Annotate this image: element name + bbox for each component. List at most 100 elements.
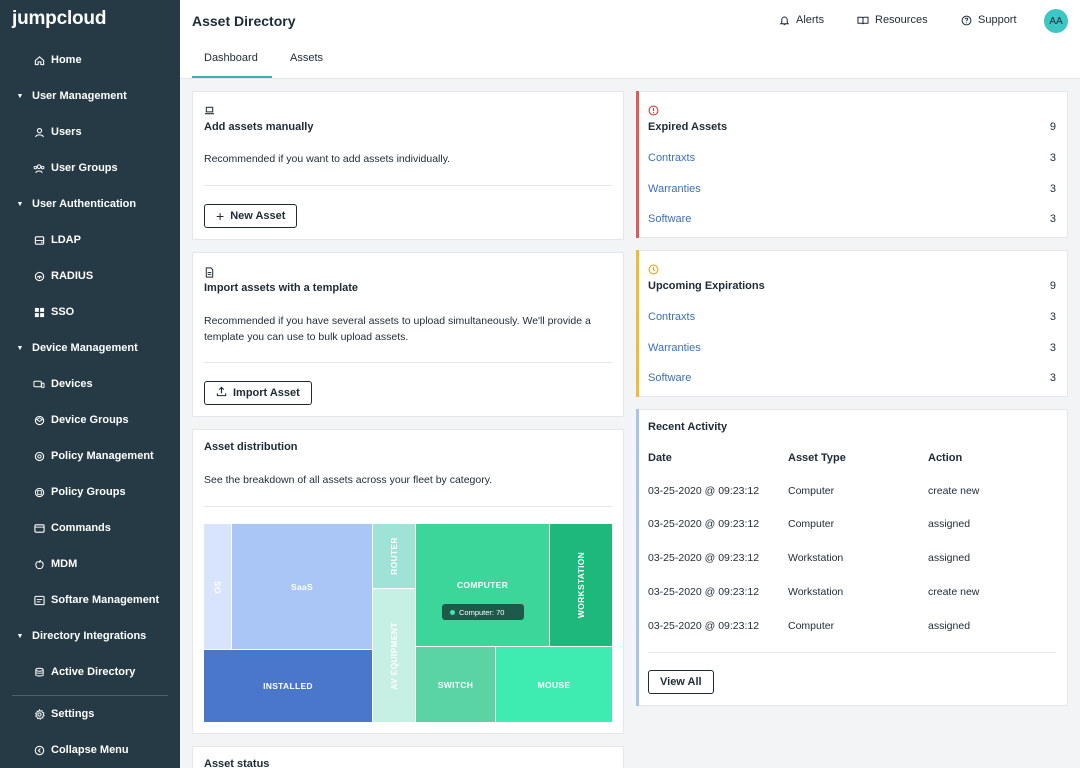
sidebar-group-directory-integrations[interactable]: ▼ Directory Integrations: [0, 621, 180, 651]
caret-down-icon: ▼: [16, 344, 24, 352]
sidebar-item-commands[interactable]: Commands: [0, 513, 180, 543]
resources-link[interactable]: Resources: [857, 14, 928, 26]
sidebar-item-ldap[interactable]: LDAP: [0, 225, 180, 255]
asset-distribution-card: Asset distribution See the breakdown of …: [192, 429, 624, 734]
treemap-tile-installed[interactable]: INSTALLED: [204, 650, 372, 722]
caret-down-icon: ▼: [16, 92, 24, 100]
sidebar-item-active-directory[interactable]: Active Directory: [0, 657, 180, 687]
device-groups-icon: [33, 414, 45, 426]
commands-icon: [33, 522, 45, 534]
sidebar-group-user-management[interactable]: ▼ User Management: [0, 81, 180, 111]
activity-action: assigned: [928, 552, 971, 564]
support-link[interactable]: Support: [960, 14, 1017, 26]
expired-warranties-link[interactable]: Warranties: [648, 183, 701, 195]
card-accent-bar: [636, 250, 639, 397]
treemap-tile-switch[interactable]: SWITCH: [416, 647, 495, 722]
upcoming-total-row: Upcoming Expirations 9: [648, 280, 1056, 292]
treemap-tooltip: Computer: 70: [442, 604, 524, 620]
upcoming-warranties-link[interactable]: Warranties: [648, 342, 701, 354]
view-all-button[interactable]: View All: [648, 670, 714, 694]
help-circle-icon: [960, 14, 972, 26]
resources-label: Resources: [875, 14, 928, 26]
tab-dashboard[interactable]: Dashboard: [204, 52, 258, 64]
card-title: Import assets with a template: [204, 282, 359, 294]
avatar[interactable]: AA: [1044, 9, 1068, 33]
import-asset-button[interactable]: Import Asset: [204, 381, 312, 405]
sidebar-item-radius[interactable]: RADIUS: [0, 261, 180, 291]
alerts-link[interactable]: Alerts: [778, 14, 824, 26]
sidebar-item-users[interactable]: Users: [0, 117, 180, 147]
sidebar-item-software-management[interactable]: Softare Management: [0, 585, 180, 615]
new-asset-button[interactable]: + New Asset: [204, 204, 298, 228]
activity-asset-type: Workstation: [788, 552, 844, 564]
add-assets-card: Add assets manually Recommended if you w…: [192, 91, 624, 240]
jumpcloud-logo[interactable]: jumpcloud: [12, 8, 106, 30]
sidebar-item-policy-management[interactable]: Policy Management: [0, 441, 180, 471]
user-group-icon: [33, 162, 45, 174]
upcoming-software-count: 3: [1049, 372, 1056, 384]
sidebar-item-mdm[interactable]: MDM: [0, 549, 180, 579]
sidebar-item-label: Devices: [51, 378, 93, 390]
divider: [204, 185, 612, 186]
treemap-tile-saas[interactable]: SaaS: [232, 524, 372, 649]
expired-warranties-count: 3: [1049, 183, 1056, 195]
mdm-icon: [33, 558, 45, 570]
active-tab-indicator: [192, 76, 272, 78]
import-assets-card: Import assets with a template Recommende…: [192, 252, 624, 417]
sidebar-group-device-management[interactable]: ▼ Device Management: [0, 333, 180, 363]
sidebar-item-label: SSO: [51, 306, 75, 318]
upcoming-contracts-link[interactable]: Contraxts: [648, 311, 695, 323]
sidebar-item-label: User Groups: [51, 162, 118, 174]
activity-asset-type: Computer: [788, 518, 835, 530]
expired-contracts-link[interactable]: Contraxts: [648, 152, 695, 164]
sidebar-item-label: Collapse Menu: [51, 744, 129, 756]
software-icon: [33, 594, 45, 606]
sidebar-item-label: Policy Groups: [51, 486, 126, 498]
card-description: See the breakdown of all assets across y…: [204, 474, 493, 486]
expired-software-link[interactable]: Software: [648, 213, 691, 225]
card-accent-bar: [636, 409, 639, 706]
activity-date: 03-25-2020 @ 09:23:12: [648, 485, 760, 497]
sidebar-group-user-authentication[interactable]: ▼ User Authentication: [0, 189, 180, 219]
sidebar-item-label: Active Directory: [51, 666, 136, 678]
sidebar-item-home[interactable]: Home: [0, 45, 180, 75]
divider: [204, 362, 612, 363]
upcoming-software-link[interactable]: Software: [648, 372, 691, 384]
sidebar-item-label: RADIUS: [51, 270, 94, 282]
sidebar-item-device-groups[interactable]: Device Groups: [0, 405, 180, 435]
expired-total: 9: [1049, 121, 1056, 133]
expired-software-count: 3: [1049, 213, 1056, 225]
sidebar-item-label: MDM: [51, 558, 78, 570]
tab-assets[interactable]: Assets: [290, 52, 323, 64]
treemap-tile-av-equipment[interactable]: AV EQUIPMENT: [373, 589, 415, 722]
treemap-tile-router[interactable]: ROUTER: [373, 524, 415, 588]
treemap-tile-computer[interactable]: COMPUTER: [416, 524, 549, 646]
upcoming-row-contracts: Contraxts 3: [648, 311, 1056, 323]
laptop-icon: [204, 103, 216, 115]
sidebar-item-label: Commands: [51, 522, 111, 534]
sidebar-item-user-groups[interactable]: User Groups: [0, 153, 180, 183]
sidebar-item-label: Device Management: [32, 342, 138, 354]
activity-action: create new: [928, 586, 980, 598]
sidebar-item-collapse-menu[interactable]: Collapse Menu: [0, 735, 180, 765]
treemap-tile-workstation[interactable]: WORKSTATION: [550, 524, 612, 646]
gear-icon: [33, 708, 45, 720]
expired-title: Expired Assets: [648, 121, 728, 133]
sidebar-item-devices[interactable]: Devices: [0, 369, 180, 399]
treemap-tile-os[interactable]: OS: [204, 524, 231, 649]
sidebar: jumpcloud Home ▼ User Management Users U…: [0, 0, 180, 768]
document-icon: [204, 265, 216, 278]
sidebar-item-sso[interactable]: SSO: [0, 297, 180, 327]
card-description: Recommended if you have several assets t…: [204, 315, 591, 343]
plus-icon: +: [216, 208, 225, 224]
activity-date: 03-25-2020 @ 09:23:12: [648, 620, 760, 632]
sidebar-item-label: Softare Management: [51, 594, 160, 606]
radius-icon: [33, 270, 45, 282]
upcoming-row-warranties: Warranties 3: [648, 342, 1056, 354]
treemap-tile-mouse[interactable]: MOUSE: [496, 647, 612, 722]
sidebar-item-policy-groups[interactable]: Policy Groups: [0, 477, 180, 507]
policy-groups-icon: [33, 486, 45, 498]
sidebar-item-settings[interactable]: Settings: [0, 699, 180, 729]
expired-row-software: Software 3: [648, 213, 1056, 225]
book-icon: [857, 14, 869, 26]
